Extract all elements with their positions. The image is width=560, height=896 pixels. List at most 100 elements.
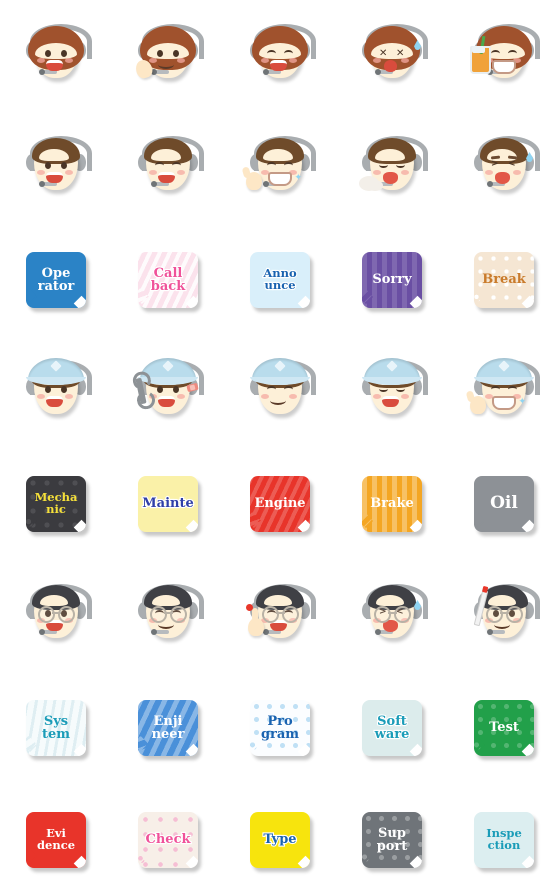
sticker-cell[interactable]: ✦: [448, 336, 560, 448]
sticker-cell[interactable]: [336, 112, 448, 224]
sticker-cell[interactable]: > <: [336, 560, 448, 672]
sticker-cell[interactable]: Soft ware: [336, 672, 448, 784]
mouth: [46, 396, 63, 407]
cheek-left: [261, 394, 269, 399]
sticker-cell[interactable]: [224, 0, 336, 112]
badge-oil[interactable]: Oil: [474, 476, 534, 532]
sticker-cell[interactable]: Sup port: [336, 784, 448, 896]
badge-check[interactable]: Check: [138, 812, 198, 868]
badge-software[interactable]: Soft ware: [362, 700, 422, 756]
sticker-cell[interactable]: Anno unce: [224, 224, 336, 336]
female-operator-smile[interactable]: [20, 20, 92, 92]
sticker-cell[interactable]: [112, 336, 224, 448]
eye-right: [284, 50, 293, 57]
badge-mechanic[interactable]: Mecha nic: [26, 476, 86, 532]
sticker-cell[interactable]: Oil: [448, 448, 560, 560]
mechanic-thumbsup[interactable]: ✦: [468, 356, 540, 428]
sticker-cell[interactable]: Check: [112, 784, 224, 896]
sticker-cell[interactable]: Inspe ction: [448, 784, 560, 896]
badge-support[interactable]: Sup port: [362, 812, 422, 868]
engineer-idea[interactable]: [244, 580, 316, 652]
sticker-cell[interactable]: Mecha nic: [0, 448, 112, 560]
male-operator-laugh[interactable]: [132, 132, 204, 204]
mouth: [383, 172, 398, 184]
sticker-cell[interactable]: ✦: [224, 112, 336, 224]
badge-test[interactable]: Test: [474, 700, 534, 756]
badge-inspection[interactable]: Inspe ction: [474, 812, 534, 868]
engineer-upset[interactable]: > <: [356, 580, 428, 652]
badge-mainte[interactable]: Mainte: [138, 476, 198, 532]
badge-engine[interactable]: Engine: [250, 476, 310, 532]
badge-enjineer[interactable]: Enji neer: [138, 700, 198, 756]
glasses-icon: [374, 606, 411, 623]
mouth: [495, 172, 510, 184]
sticker-cell[interactable]: [224, 560, 336, 672]
male-operator-yawn[interactable]: [356, 132, 428, 204]
badge-label: Sorry: [372, 273, 411, 287]
mechanic-wrench[interactable]: [132, 356, 204, 428]
badge-system[interactable]: Sys tem: [26, 700, 86, 756]
mouth: [158, 60, 174, 69]
female-operator-dizzy[interactable]: ✕ ✕: [356, 20, 428, 92]
mechanic-laugh[interactable]: [356, 356, 428, 428]
sticker-cell[interactable]: [448, 0, 560, 112]
sticker-cell[interactable]: [0, 112, 112, 224]
badge-callback[interactable]: Call back: [138, 252, 198, 308]
badge-label: Brake: [370, 497, 414, 511]
engineer-smile[interactable]: [20, 580, 92, 652]
sticker-cell[interactable]: [112, 112, 224, 224]
badge-break[interactable]: Break: [474, 252, 534, 308]
cheek-right: [65, 394, 73, 399]
badge-sorry[interactable]: Sorry: [362, 252, 422, 308]
sticker-cell[interactable]: Type: [224, 784, 336, 896]
badge-label-line: Call: [153, 265, 184, 281]
mouth: [268, 172, 292, 186]
sticker-cell[interactable]: Brake: [336, 448, 448, 560]
sticker-cell[interactable]: ✕ ✕: [336, 0, 448, 112]
badge-announce[interactable]: Anno unce: [250, 252, 310, 308]
sticker-cell[interactable]: [112, 0, 224, 112]
male-operator-cry[interactable]: > <: [468, 132, 540, 204]
sticker-cell[interactable]: [336, 336, 448, 448]
badge-operator[interactable]: Ope rator: [26, 252, 86, 308]
sticker-cell[interactable]: > <: [448, 112, 560, 224]
sticker-cell[interactable]: Ope rator: [0, 224, 112, 336]
sticker-cell[interactable]: [224, 336, 336, 448]
sticker-cell[interactable]: Call back: [112, 224, 224, 336]
sticker-cell[interactable]: Engine: [224, 448, 336, 560]
badge-evidence[interactable]: Evi dence: [26, 812, 86, 868]
mechanic-smile[interactable]: [20, 356, 92, 428]
female-operator-wave[interactable]: [132, 20, 204, 92]
sticker-cell[interactable]: [112, 560, 224, 672]
badge-program[interactable]: Pro gram: [250, 700, 310, 756]
sticker-cell[interactable]: [0, 336, 112, 448]
badge-brake[interactable]: Brake: [362, 476, 422, 532]
engineer-pointer[interactable]: [468, 580, 540, 652]
sticker-cell[interactable]: Enji neer: [112, 672, 224, 784]
sticker-cell[interactable]: [0, 0, 112, 112]
eye-right: [508, 50, 517, 57]
sticker-cell[interactable]: Pro gram: [224, 672, 336, 784]
male-operator-thumbsup[interactable]: ✦: [244, 132, 316, 204]
sticker-cell[interactable]: Mainte: [112, 448, 224, 560]
sticker-cell[interactable]: [448, 560, 560, 672]
badge-tail: [250, 735, 261, 752]
sticker-cell[interactable]: Test: [448, 672, 560, 784]
sticker-cell[interactable]: [0, 560, 112, 672]
badge-type[interactable]: Type: [250, 812, 310, 868]
female-operator-drink[interactable]: [468, 20, 540, 92]
engineer-happy[interactable]: [132, 580, 204, 652]
sticker-cell[interactable]: Sys tem: [0, 672, 112, 784]
mechanic-happy[interactable]: [244, 356, 316, 428]
cheek-right: [177, 394, 185, 399]
female-operator-laugh[interactable]: [244, 20, 316, 92]
badge-label: Mecha nic: [35, 492, 78, 515]
sticker-cell[interactable]: Break: [448, 224, 560, 336]
male-operator-smile[interactable]: [20, 132, 92, 204]
sticker-cell[interactable]: Sorry: [336, 224, 448, 336]
eye-right: [172, 162, 181, 169]
sticker-cell[interactable]: Evi dence: [0, 784, 112, 896]
eye-right: [508, 386, 517, 393]
badge-corner-fold: [521, 295, 534, 308]
cheek-left: [485, 170, 493, 175]
